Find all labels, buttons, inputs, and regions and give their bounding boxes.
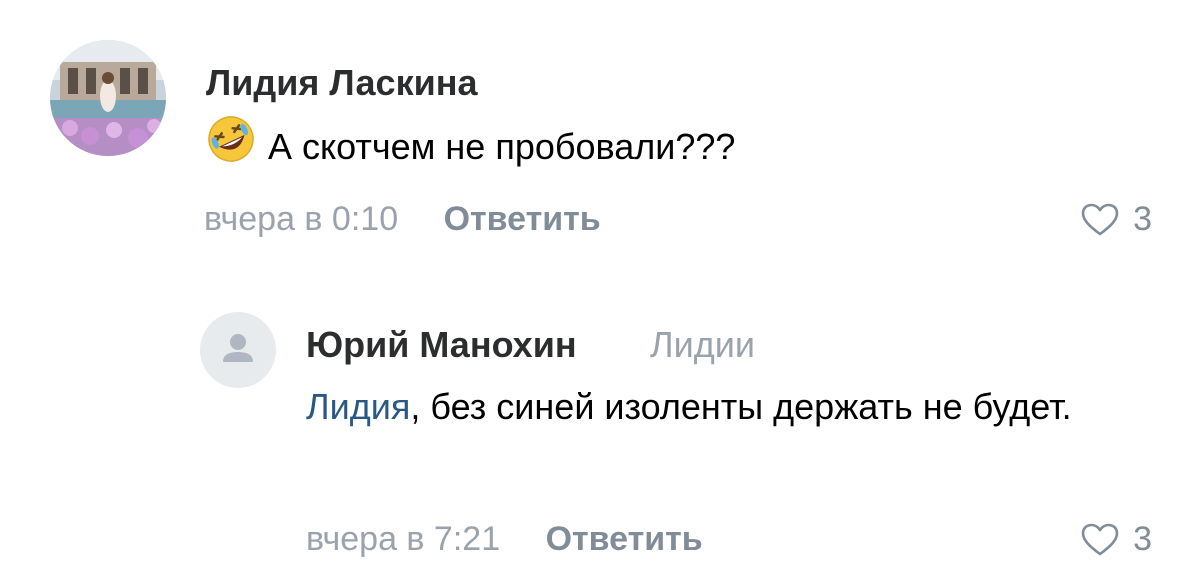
heart-icon <box>1081 203 1119 235</box>
avatar[interactable] <box>50 40 166 156</box>
comment-author[interactable]: Лидия Ласкина <box>206 62 478 104</box>
comment-footer: вчера в 7:21 Ответить <box>306 520 703 559</box>
like-button[interactable]: 3 <box>1081 200 1152 239</box>
comment-text: А скотчем не пробовали??? <box>206 116 736 177</box>
reply-button[interactable]: Ответить <box>546 520 703 558</box>
comment: Лидия Ласкина А скотчем не пробовали??? … <box>50 40 1170 250</box>
user-placeholder-icon <box>223 334 253 362</box>
comment-footer: вчера в 0:10 Ответить <box>204 200 601 239</box>
comment-time[interactable]: вчера в 7:21 <box>306 520 500 558</box>
comment-text-body: А скотчем не пробовали??? <box>268 126 736 168</box>
reply-comment: Юрий Манохин Лидии Лидия, без синей изол… <box>200 300 1170 570</box>
comment-time[interactable]: вчера в 0:10 <box>204 200 398 238</box>
reply-to-name[interactable]: Лидии <box>650 324 755 366</box>
comment-text: Лидия, без синей изоленты держать не буд… <box>306 382 1126 432</box>
avatar[interactable] <box>200 312 276 388</box>
comment-text-body: , без синей изоленты держать не будет. <box>410 386 1072 427</box>
reply-button[interactable]: Ответить <box>444 200 601 238</box>
like-count: 3 <box>1133 200 1152 238</box>
like-count: 3 <box>1133 520 1152 558</box>
rolling-on-floor-laughing-emoji <box>206 114 256 177</box>
comment-author[interactable]: Юрий Манохин <box>306 324 577 366</box>
heart-icon <box>1081 523 1119 555</box>
avatar-photo-icon <box>50 40 166 156</box>
like-button[interactable]: 3 <box>1081 520 1152 559</box>
mention-link[interactable]: Лидия <box>306 386 410 427</box>
